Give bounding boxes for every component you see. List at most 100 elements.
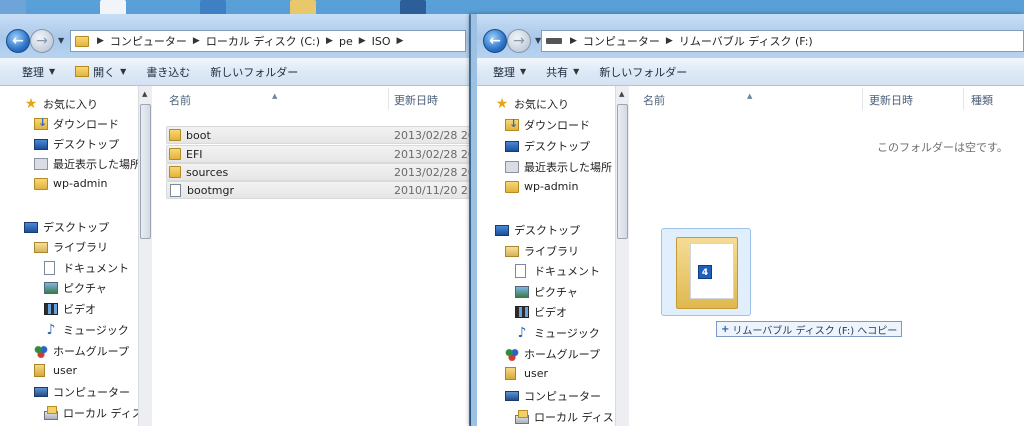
drag-count-badge: 4 (698, 265, 712, 279)
organize-label: 整理 (493, 65, 515, 79)
nav-videos[interactable]: ビデオ (515, 304, 567, 320)
new-folder-label: 新しいフォルダー (599, 65, 688, 79)
scroll-up-icon[interactable]: ▲ (142, 90, 147, 98)
nav-wp-admin[interactable]: wp-admin (505, 180, 578, 193)
nav-label: ホームグループ (53, 345, 130, 358)
file-name: boot (186, 128, 211, 142)
column-name-header[interactable]: 名前 (169, 92, 191, 108)
scroll-up-icon[interactable]: ▲ (619, 90, 624, 98)
caret-down-icon: ▼ (120, 67, 127, 76)
chevron-right-icon[interactable]: ▶ (193, 36, 200, 46)
nav-documents[interactable]: ドキュメント (44, 260, 129, 276)
address-bar[interactable]: ▶ コンピューター ▶ リムーバブル ディスク (F:) (541, 30, 1024, 52)
nav-user[interactable]: user (505, 367, 548, 380)
open-folder-icon (75, 66, 90, 77)
nav-desktop-root[interactable]: デスクトップ (495, 222, 580, 238)
nav-pictures[interactable]: ピクチャ (44, 280, 107, 296)
drag-tooltip: + リムーバブル ディスク (F:) へコピー (716, 321, 903, 337)
music-note-icon: ♪ (46, 322, 56, 338)
organize-button[interactable]: 整理 ▼ (0, 64, 65, 80)
chevron-right-icon[interactable]: ▶ (326, 36, 333, 46)
nav-local-disk[interactable]: ローカル ディス (515, 409, 614, 425)
scroll-thumb[interactable] (617, 104, 628, 239)
user-folder-icon (505, 367, 516, 380)
breadcrumb-computer[interactable]: コンピューター (583, 33, 660, 49)
hard-disk-icon (515, 409, 529, 424)
column-name-header[interactable]: 名前 (643, 92, 665, 108)
back-button[interactable]: ← (6, 29, 30, 53)
column-divider[interactable] (862, 88, 863, 110)
column-headers: 名前 ▲ 更新日時 (152, 86, 469, 110)
forward-button[interactable]: → (507, 29, 531, 53)
nav-documents[interactable]: ドキュメント (515, 263, 600, 279)
chevron-right-icon[interactable]: ▶ (397, 36, 404, 46)
chevron-right-icon[interactable]: ▶ (359, 36, 366, 46)
nav-user[interactable]: user (34, 364, 77, 377)
history-dropdown-icon[interactable]: ▼ (58, 36, 64, 45)
address-bar[interactable]: ▶ コンピューター ▶ ローカル ディスク (C:) ▶ pe ▶ ISO ▶ (70, 30, 466, 52)
explorer-window-removable: ← → ▼ ▶ コンピューター ▶ リムーバブル ディスク (F:) 整理 ▼ … (471, 14, 1024, 426)
nav-favorites[interactable]: ★ お気に入り (495, 96, 569, 112)
breadcrumb-removable-disk[interactable]: リムーバブル ディスク (F:) (679, 33, 813, 49)
chevron-right-icon[interactable]: ▶ (666, 36, 673, 46)
library-icon (34, 241, 48, 253)
nav-label: 最近表示した場所 (53, 158, 138, 171)
nav-favorites[interactable]: ★ お気に入り (24, 96, 98, 112)
breadcrumb-computer[interactable]: コンピューター (110, 33, 187, 49)
breadcrumb-iso[interactable]: ISO (372, 35, 391, 48)
sort-ascending-icon: ▲ (272, 92, 278, 100)
nav-libraries[interactable]: ライブラリ (34, 239, 108, 255)
computer-icon (34, 387, 48, 397)
nav-libraries[interactable]: ライブラリ (505, 243, 579, 259)
forward-button[interactable]: → (30, 29, 54, 53)
nav-downloads[interactable]: ダウンロード (34, 116, 119, 132)
nav-recent[interactable]: 最近表示した場所 (505, 159, 612, 175)
open-button[interactable]: 開く ▼ (65, 64, 136, 80)
organize-label: 整理 (22, 65, 44, 79)
column-date-header[interactable]: 更新日時 (394, 92, 438, 108)
nav-music[interactable]: ♪ ミュージック (515, 325, 600, 341)
nav-pictures[interactable]: ピクチャ (515, 284, 578, 300)
burn-button[interactable]: 書き込む (136, 64, 200, 80)
nav-desktop[interactable]: デスクトップ (505, 138, 590, 154)
nav-computer[interactable]: コンピューター (505, 388, 601, 404)
share-button[interactable]: 共有 ▼ (536, 64, 589, 80)
column-divider[interactable] (963, 88, 964, 110)
back-button[interactable]: ← (483, 29, 507, 53)
column-type-header[interactable]: 種類 (971, 92, 993, 108)
nav-desktop[interactable]: デスクトップ (34, 136, 119, 152)
address-row: ← → ▼ ▶ コンピューター ▶ リムーバブル ディスク (F:) (477, 14, 1024, 58)
nav-videos[interactable]: ビデオ (44, 301, 96, 317)
column-divider[interactable] (388, 88, 389, 110)
nav-recent[interactable]: 最近表示した場所 (34, 156, 138, 172)
breadcrumb-local-disk[interactable]: ローカル ディスク (C:) (206, 33, 320, 49)
nav-wp-admin[interactable]: wp-admin (34, 177, 107, 190)
nav-music[interactable]: ♪ ミュージック (44, 322, 129, 338)
nav-downloads[interactable]: ダウンロード (505, 117, 590, 133)
download-folder-icon (34, 116, 48, 130)
nav-label: デスクトップ (514, 224, 580, 237)
nav-scrollbar[interactable]: ▲ (615, 86, 629, 426)
nav-local-disk[interactable]: ローカル ディス (44, 405, 138, 421)
new-folder-button[interactable]: 新しいフォルダー (589, 64, 697, 80)
organize-button[interactable]: 整理 ▼ (477, 64, 536, 80)
nav-scrollbar[interactable]: ▲ (138, 86, 152, 426)
nav-label: ライブラリ (53, 241, 108, 254)
column-date-header[interactable]: 更新日時 (869, 92, 913, 108)
computer-icon (505, 391, 519, 401)
chevron-right-icon[interactable]: ▶ (97, 36, 104, 46)
nav-desktop-root[interactable]: デスクトップ (24, 219, 109, 235)
desktop-icon (505, 140, 519, 152)
chevron-right-icon[interactable]: ▶ (570, 36, 577, 46)
nav-computer[interactable]: コンピューター (34, 384, 130, 400)
nav-label: ビデオ (534, 306, 567, 319)
nav-homegroup[interactable]: ホームグループ (505, 346, 600, 362)
scroll-thumb[interactable] (140, 104, 151, 239)
nav-label: コンピューター (524, 390, 601, 403)
nav-homegroup[interactable]: ホームグループ (34, 343, 129, 359)
nav-label: wp-admin (524, 180, 579, 193)
desktop-icon (34, 138, 48, 150)
music-note-icon: ♪ (517, 325, 527, 341)
new-folder-button[interactable]: 新しいフォルダー (200, 64, 308, 80)
breadcrumb-pe[interactable]: pe (339, 35, 353, 48)
